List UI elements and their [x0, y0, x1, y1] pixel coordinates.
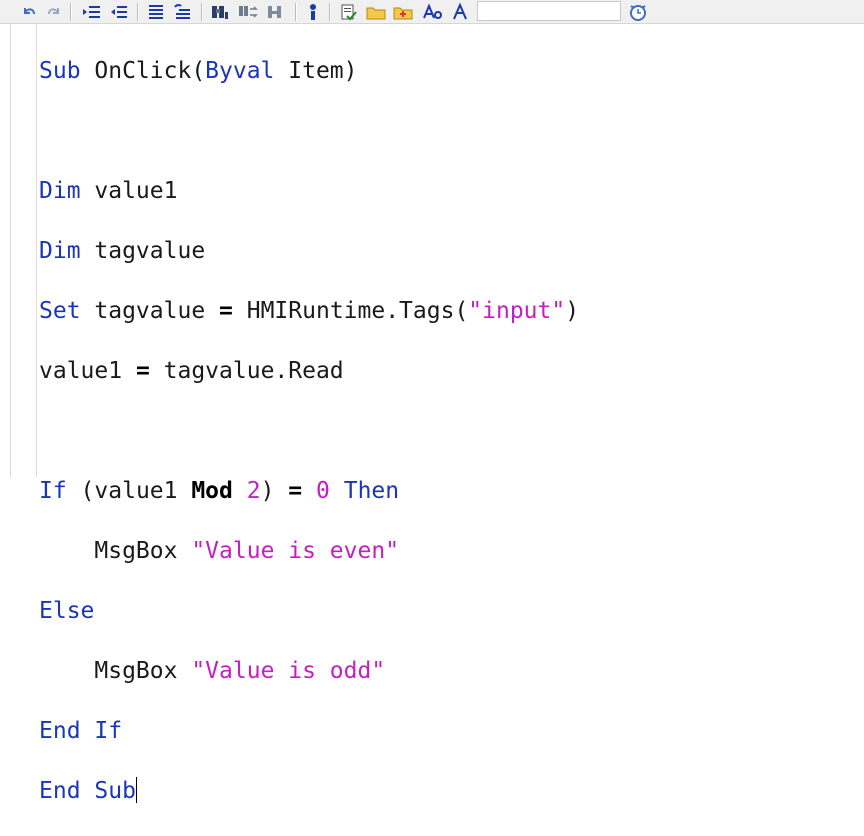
code-line: MsgBox "Value is odd": [39, 656, 579, 686]
code-line: Dim value1: [39, 176, 579, 206]
compass-icon[interactable]: [450, 3, 468, 21]
number-literal: 2: [246, 478, 261, 504]
uncomment-icon[interactable]: [172, 3, 190, 21]
code-line: Set tagvalue = HMIRuntime.Tags("input"): [39, 296, 579, 326]
code-line: value1 = tagvalue.Read: [39, 356, 579, 386]
code-line: Dim tagvalue: [39, 236, 579, 266]
undo-icon[interactable]: [20, 3, 38, 21]
editor-gutter-line: [36, 24, 37, 477]
operator: Mod: [191, 478, 233, 504]
code-line: MsgBox "Value is even": [39, 536, 579, 566]
code-text: OnClick(: [80, 58, 206, 84]
keyword: If: [39, 478, 67, 504]
code-line: End If: [39, 716, 579, 746]
code-editor[interactable]: Sub OnClick(Byval Item) Dim value1 Dim t…: [39, 26, 579, 836]
code-text: (value1: [66, 478, 192, 504]
keyword: Sub: [39, 58, 81, 84]
keyword: End: [39, 718, 81, 744]
code-text: tagvalue: [80, 298, 220, 324]
keyword: If: [94, 718, 123, 744]
text-cursor: [135, 777, 137, 803]
find-icon[interactable]: [210, 3, 228, 21]
font-icon[interactable]: [421, 3, 442, 21]
code-text: tagvalue.Read: [149, 358, 344, 384]
redo-icon[interactable]: [45, 3, 63, 21]
keyword: Dim: [39, 238, 81, 264]
code-text: value1: [80, 178, 178, 204]
new-folder-icon[interactable]: [392, 3, 413, 21]
code-line: End Sub: [39, 776, 579, 806]
bookmark-icon[interactable]: [265, 3, 283, 21]
code-text: MsgBox: [94, 658, 192, 684]
string-literal: "input": [468, 298, 566, 324]
operator: =: [219, 298, 233, 324]
code-line: If (value1 Mod 2) = 0 Then: [39, 476, 579, 506]
code-line: Else: [39, 596, 579, 626]
code-text: MsgBox: [94, 538, 192, 564]
code-text: value1: [39, 358, 136, 384]
replace-icon[interactable]: [237, 3, 258, 21]
code-text: ): [565, 298, 580, 324]
keyword: Set: [39, 298, 81, 324]
string-literal: "Value is even": [191, 538, 400, 564]
syntax-check-icon[interactable]: [339, 3, 357, 21]
operator: =: [288, 478, 303, 504]
comment-icon[interactable]: [146, 3, 164, 21]
string-literal: "Value is odd": [191, 658, 386, 684]
code-text: Item): [274, 58, 358, 84]
editor-margin-line: [10, 24, 11, 477]
function-combo[interactable]: [477, 1, 621, 21]
number-literal: 0: [316, 478, 330, 504]
code-text: HMIRuntime.Tags(: [232, 298, 469, 324]
keyword: Sub: [94, 778, 136, 804]
code-text: tagvalue: [80, 238, 206, 264]
indent-icon[interactable]: [81, 3, 100, 21]
editor-toolbar: [0, 0, 864, 24]
code-text: ): [260, 478, 289, 504]
code-line: Sub OnClick(Byval Item): [39, 56, 579, 86]
keyword: Dim: [39, 178, 81, 204]
keyword: Byval: [205, 58, 275, 84]
clock-icon[interactable]: [628, 3, 646, 21]
keyword: Else: [39, 598, 95, 624]
outdent-icon[interactable]: [108, 3, 127, 21]
keyword: End: [39, 778, 81, 804]
info-icon[interactable]: [304, 3, 322, 21]
keyword: Then: [343, 478, 400, 504]
operator: =: [135, 358, 150, 384]
folder-icon[interactable]: [365, 3, 386, 21]
